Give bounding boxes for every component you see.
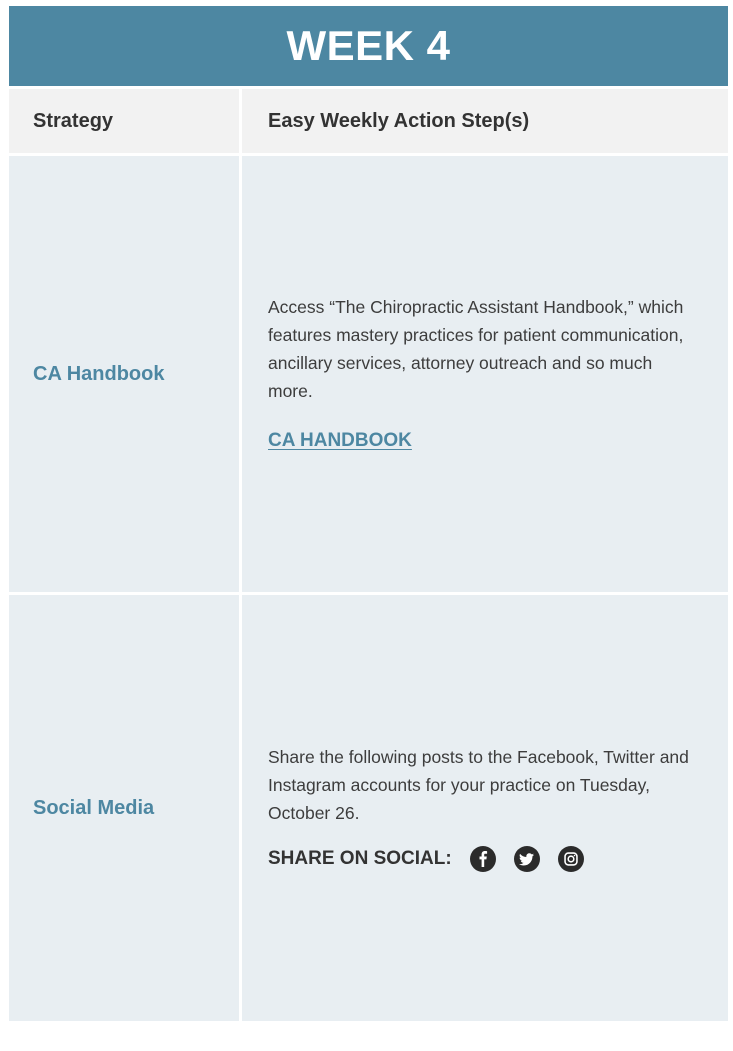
table-row: Social Media Share the following posts t… xyxy=(9,595,728,1021)
action-step-cell: Share the following posts to the Faceboo… xyxy=(242,595,728,1021)
facebook-icon[interactable] xyxy=(469,846,496,872)
table-row: CA Handbook Access “The Chiropractic Ass… xyxy=(9,156,728,595)
action-step-text: Access “The Chiropractic Assistant Handb… xyxy=(268,297,684,401)
column-header-action-steps: Easy Weekly Action Step(s) xyxy=(268,109,530,132)
ca-handbook-link[interactable]: CA HANDBOOK xyxy=(268,427,412,455)
table-header-row: Strategy Easy Weekly Action Step(s) xyxy=(9,89,728,156)
action-step-cell: Access “The Chiropractic Assistant Handb… xyxy=(242,156,728,592)
share-on-social: SHARE ON SOCIAL: xyxy=(268,845,698,873)
week-title: WEEK 4 xyxy=(9,6,728,86)
twitter-icon[interactable] xyxy=(513,846,540,872)
week-table: WEEK 4 Strategy Easy Weekly Action Step(… xyxy=(9,6,728,1021)
column-header-strategy: Strategy xyxy=(9,89,242,153)
instagram-icon[interactable] xyxy=(557,846,584,872)
action-step-text: Share the following posts to the Faceboo… xyxy=(268,747,689,823)
strategy-social-media: Social Media xyxy=(9,595,242,1021)
strategy-ca-handbook: CA Handbook xyxy=(9,156,242,592)
share-on-social-label: SHARE ON SOCIAL: xyxy=(268,848,452,869)
